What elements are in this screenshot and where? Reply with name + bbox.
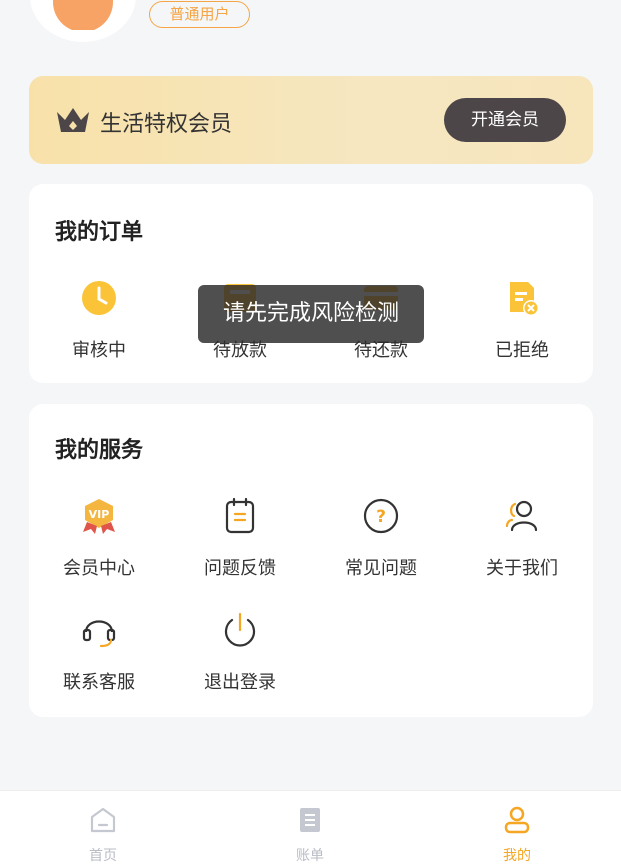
service-item-about-us[interactable]: 关于我们: [452, 496, 592, 580]
service-item-vip-center[interactable]: VIP 会员中心: [29, 496, 169, 580]
service-item-label: 常见问题: [345, 558, 417, 579]
headset-icon: [82, 620, 116, 648]
tab-label: 首页: [89, 848, 117, 864]
order-item-reviewing[interactable]: 审核中: [29, 278, 169, 362]
bottom-tab-bar: 首页 账单 我的: [0, 790, 621, 867]
power-icon: [224, 612, 256, 647]
service-item-label: 会员中心: [63, 558, 135, 579]
tab-home[interactable]: 首页: [63, 805, 143, 865]
user-type-badge: 普通用户: [149, 1, 250, 28]
tab-label: 我的: [503, 848, 531, 864]
toast-message: 请先完成风险检测: [198, 285, 424, 343]
svg-text:?: ?: [376, 507, 386, 527]
service-item-feedback[interactable]: 问题反馈: [170, 496, 310, 580]
question-icon: ?: [363, 498, 399, 534]
orders-panel: 我的订单 审核中 待放款 待还款 已拒绝: [29, 184, 593, 383]
tab-bill[interactable]: 账单: [270, 805, 350, 865]
services-panel: 我的服务 VIP 会员中心 问题反馈 ? 常见问题 关于我们 联系客服 退出登录: [29, 404, 593, 717]
service-item-label: 关于我们: [486, 558, 558, 579]
orders-title: 我的订单: [55, 220, 144, 245]
svg-text:VIP: VIP: [89, 508, 110, 521]
clipboard-icon: [225, 497, 255, 534]
avatar-face: [53, 0, 113, 32]
services-title: 我的服务: [55, 438, 144, 463]
avatar[interactable]: [30, 0, 136, 42]
order-item-rejected[interactable]: 已拒绝: [452, 278, 592, 362]
tab-label: 账单: [296, 848, 324, 864]
service-item-faq[interactable]: ? 常见问题: [311, 496, 451, 580]
service-item-contact-support[interactable]: 联系客服: [29, 610, 169, 694]
open-membership-button[interactable]: 开通会员: [444, 98, 566, 142]
tab-mine[interactable]: 我的: [477, 805, 557, 865]
vip-title: 生活特权会员: [100, 112, 233, 137]
order-item-label: 审核中: [72, 340, 126, 361]
clock-icon: [82, 281, 116, 315]
service-item-logout[interactable]: 退出登录: [170, 610, 310, 694]
document-rejected-icon: [510, 282, 539, 316]
service-item-label: 问题反馈: [204, 558, 276, 579]
home-icon: [90, 807, 116, 833]
crown-icon: [57, 108, 89, 132]
order-item-label: 已拒绝: [495, 340, 549, 361]
bill-icon: [300, 808, 320, 832]
vip-card: 生活特权会员 开通会员: [29, 76, 593, 164]
service-item-label: 联系客服: [63, 672, 135, 693]
user-icon: [504, 806, 530, 834]
avatar-collar: [64, 30, 102, 42]
profile-header: 普通用户: [0, 0, 621, 60]
users-icon: [505, 500, 538, 532]
vip-badge-icon: VIP: [83, 499, 115, 534]
service-item-label: 退出登录: [204, 672, 276, 693]
